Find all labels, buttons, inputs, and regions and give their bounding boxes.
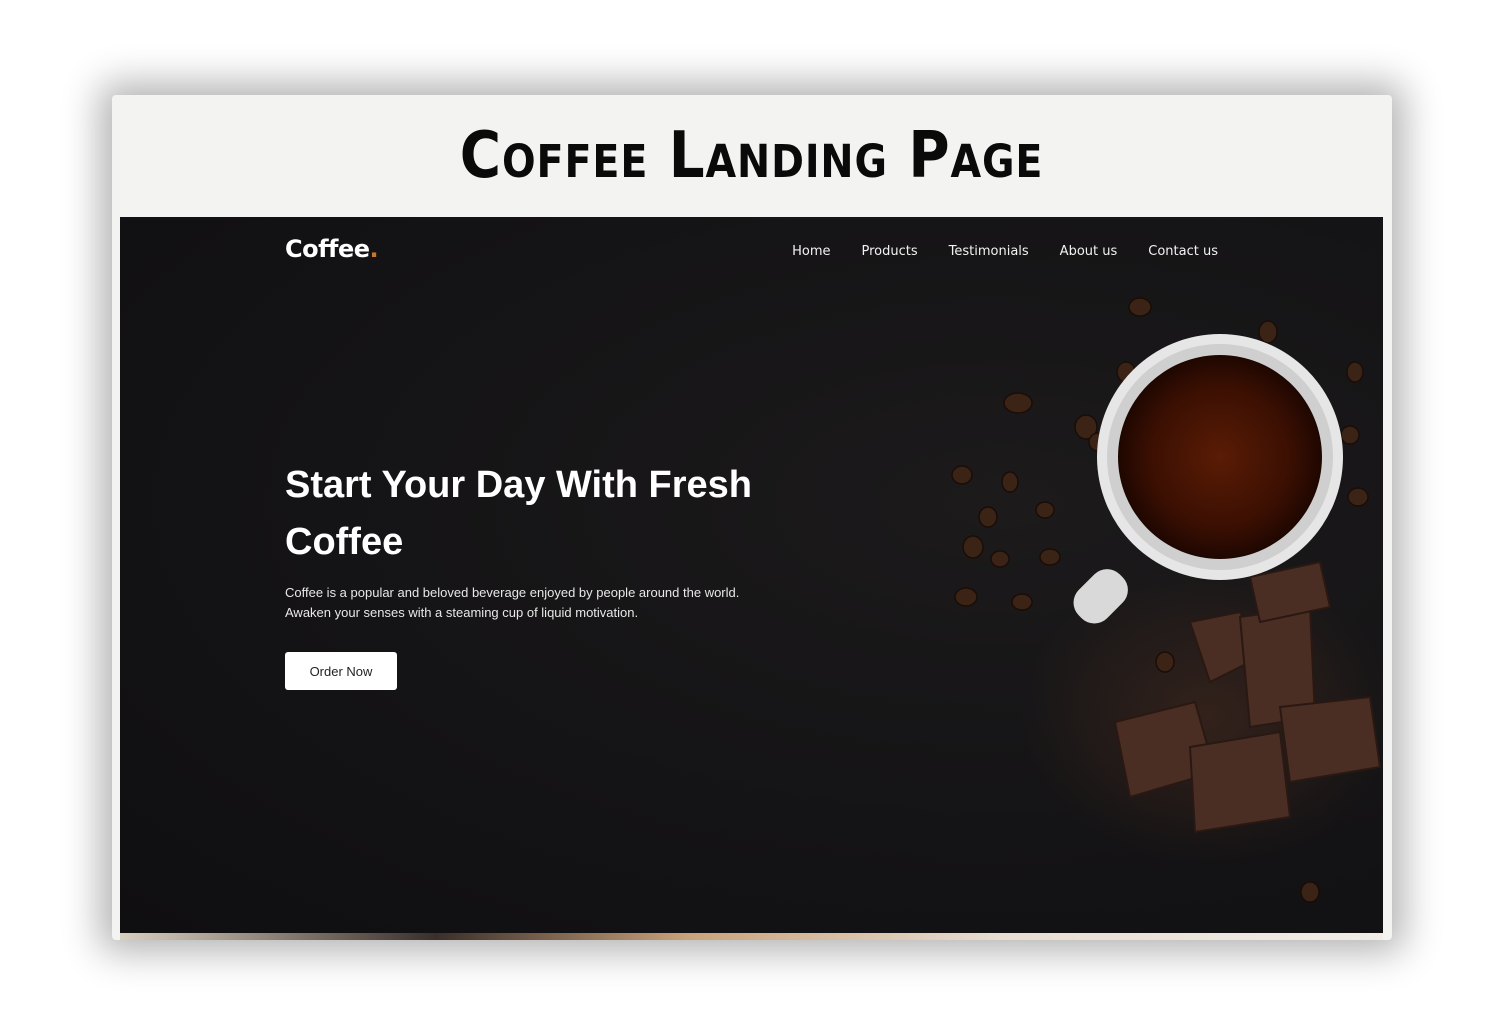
next-section-peek bbox=[120, 933, 1383, 940]
nav-home[interactable]: Home bbox=[792, 244, 830, 259]
banner-title: Coffee Landing Page bbox=[460, 119, 1044, 193]
coffee-cup-image bbox=[951, 297, 1383, 903]
main-nav: Home Products Testimonials About us Cont… bbox=[792, 244, 1218, 259]
logo-text: Coffee bbox=[285, 235, 370, 263]
site-logo[interactable]: Coffee. bbox=[285, 235, 379, 263]
nav-contact-us[interactable]: Contact us bbox=[1148, 244, 1218, 259]
nav-products[interactable]: Products bbox=[862, 244, 918, 259]
banner: Coffee Landing Page bbox=[112, 95, 1392, 217]
nav-about-us[interactable]: About us bbox=[1060, 244, 1118, 259]
slide-card: Coffee Landing Page Coffee. Home Product… bbox=[112, 95, 1392, 940]
hero-title: Start Your Day With Fresh Coffee bbox=[285, 464, 753, 563]
logo-dot: . bbox=[369, 235, 379, 263]
website-screenshot: Coffee. Home Products Testimonials About… bbox=[120, 217, 1383, 933]
hero-description: Coffee is a popular and beloved beverage… bbox=[285, 585, 740, 620]
nav-testimonials[interactable]: Testimonials bbox=[949, 244, 1029, 259]
order-now-button[interactable]: Order Now bbox=[285, 652, 397, 690]
